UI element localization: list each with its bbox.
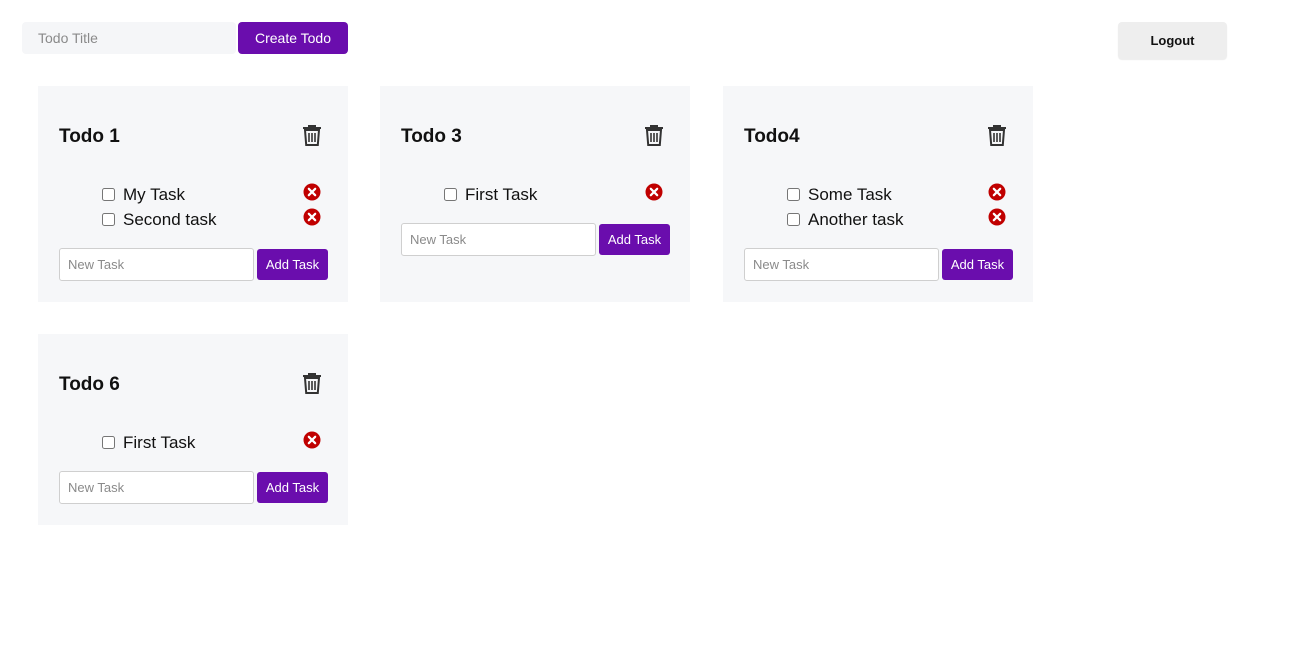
close-circle-icon[interactable] [303,431,323,451]
trash-icon[interactable] [301,371,323,395]
add-task-button[interactable]: Add Task [257,249,328,280]
task-item: Second task [102,208,332,232]
todo-title: Todo 3 [401,126,462,147]
task-item: My Task [102,183,332,207]
task-label: My Task [123,185,186,204]
close-circle-icon[interactable] [645,183,665,203]
task-label: First Task [465,185,538,204]
task-item: Some Task [787,183,1017,207]
todo-title-input[interactable] [22,22,236,54]
trash-icon[interactable] [986,123,1008,147]
task-label: Some Task [808,185,892,204]
todo-title: Todo4 [744,126,800,147]
todo-card: Todo 3 First Task Add Task [380,86,690,302]
task-checkbox[interactable] [787,213,800,226]
task-checkbox[interactable] [102,188,115,201]
close-circle-icon[interactable] [303,183,323,203]
todo-title: Todo 1 [59,126,120,147]
close-circle-icon[interactable] [988,208,1008,228]
task-item: Another task [787,208,1017,232]
todo-card: Todo 6 First Task Add Task [38,334,348,525]
new-task-input[interactable] [744,248,939,281]
logout-button[interactable]: Logout [1118,22,1227,59]
task-checkbox[interactable] [787,188,800,201]
todo-card: Todo4 Some Task Another task Add Task [723,86,1033,302]
todo-title: Todo 6 [59,374,120,395]
task-item: First Task [102,431,332,455]
task-checkbox[interactable] [102,213,115,226]
task-label: Another task [808,210,904,229]
create-todo-button[interactable]: Create Todo [238,22,348,54]
task-checkbox[interactable] [102,436,115,449]
close-circle-icon[interactable] [988,183,1008,203]
task-checkbox[interactable] [444,188,457,201]
add-task-button[interactable]: Add Task [599,224,670,255]
add-task-button[interactable]: Add Task [942,249,1013,280]
todo-card: Todo 1 My Task Second task Add Task [38,86,348,302]
new-task-input[interactable] [401,223,596,256]
top-bar: Create Todo Logout [0,0,1292,70]
task-label: First Task [123,433,196,452]
new-task-input[interactable] [59,471,254,504]
task-item: First Task [444,183,674,207]
task-label: Second task [123,210,217,229]
close-circle-icon[interactable] [303,208,323,228]
add-task-button[interactable]: Add Task [257,472,328,503]
trash-icon[interactable] [301,123,323,147]
new-task-input[interactable] [59,248,254,281]
trash-icon[interactable] [643,123,665,147]
